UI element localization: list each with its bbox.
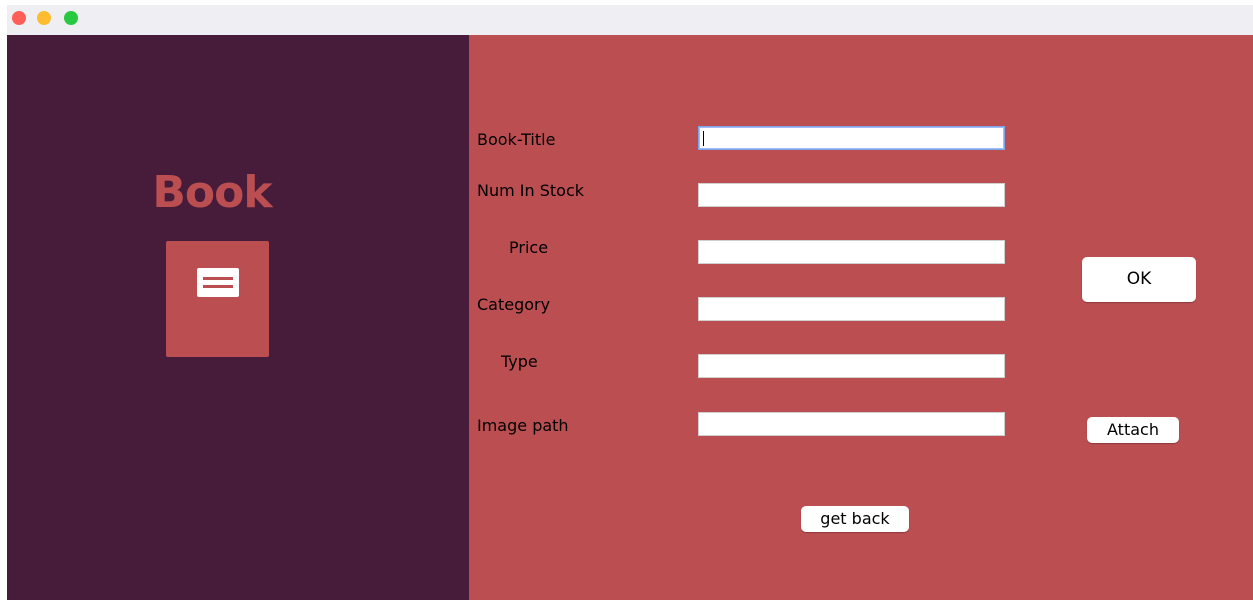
minimize-window-icon[interactable] — [37, 11, 51, 25]
title-bar — [7, 5, 1253, 35]
book-tile — [166, 241, 269, 357]
attach-button[interactable]: Attach — [1087, 417, 1179, 443]
sidebar-panel: Book — [7, 35, 469, 600]
category-label: Category — [477, 295, 551, 314]
price-label: Price — [509, 238, 549, 257]
type-input[interactable] — [698, 354, 1005, 378]
type-label: Type — [501, 352, 538, 371]
book-icon-line — [203, 277, 233, 280]
app-window: Book Book-Title Num In Stock Price Categ… — [7, 5, 1253, 600]
book-icon-line — [203, 285, 233, 288]
close-window-icon[interactable] — [12, 11, 26, 25]
book-title-input[interactable] — [698, 126, 1005, 150]
num-in-stock-label: Num In Stock — [477, 181, 585, 200]
image-path-input[interactable] — [698, 412, 1005, 436]
sidebar-title: Book — [152, 167, 272, 218]
text-caret — [703, 131, 704, 146]
maximize-window-icon[interactable] — [64, 11, 78, 25]
image-path-label: Image path — [477, 416, 569, 435]
price-input[interactable] — [698, 240, 1005, 264]
form-panel: Book-Title Num In Stock Price Category T… — [469, 35, 1253, 600]
ok-button[interactable]: OK — [1082, 257, 1196, 302]
get-back-button[interactable]: get back — [801, 506, 909, 532]
book-list-icon — [197, 268, 239, 297]
num-in-stock-input[interactable] — [698, 183, 1005, 207]
category-input[interactable] — [698, 297, 1005, 321]
book-title-label: Book-Title — [477, 130, 556, 149]
